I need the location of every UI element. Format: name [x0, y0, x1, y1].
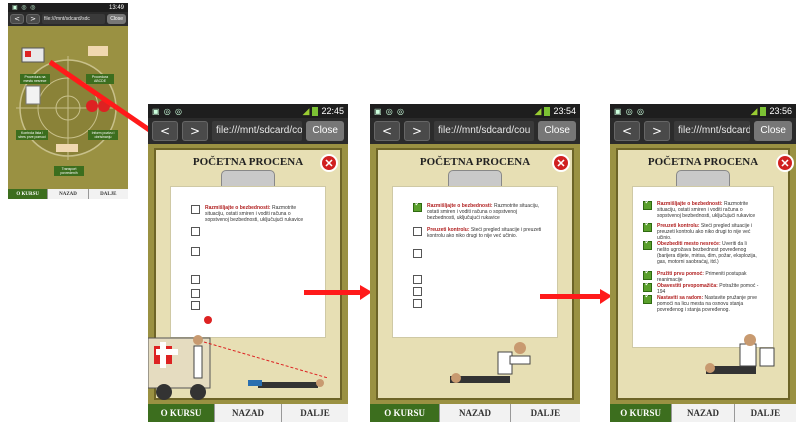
checkbox[interactable] — [413, 227, 422, 236]
phone-screen-4: ▣ ◎ ◎ ◢ 23:56 < > file:///mnt/sdcard/cou … — [610, 104, 796, 422]
checklist-paper: Razmišljajte o bezbednosti: Razmotrite s… — [632, 186, 774, 348]
tab-next[interactable]: DALJE — [87, 189, 128, 199]
status-time: 23:54 — [553, 106, 576, 116]
browser-bar: < > file:///mnt/sdcard/cou Close — [370, 118, 580, 144]
bottom-tabs: O KURSU NAZAD DALJE — [370, 404, 580, 422]
page-title: POČETNA PROCENA — [647, 156, 759, 168]
signal-icon: ◢ — [534, 105, 542, 116]
forward-button[interactable]: > — [644, 121, 670, 141]
status-bar: ▣ ◎ ◎ ◢ 23:54 — [370, 104, 580, 118]
back-button[interactable]: < — [152, 121, 178, 141]
tab-about[interactable]: O KURSU — [8, 189, 48, 199]
scene-illustration — [450, 342, 531, 383]
forward-button[interactable]: > — [182, 121, 208, 141]
url-field[interactable]: file:///mnt/sdcard/cou — [212, 121, 303, 141]
checkbox[interactable] — [191, 205, 200, 214]
hub-area: Procedura na mestu nesrece Procedura ABC… — [8, 26, 128, 189]
back-button[interactable]: < — [374, 121, 400, 141]
arrow-right-2 — [540, 289, 612, 304]
url-field[interactable]: file:///mnt/sdcard/sdc — [42, 14, 106, 24]
tab-back[interactable]: NAZAD — [47, 189, 88, 199]
close-icon[interactable]: ✕ — [552, 154, 570, 172]
page-title: POČETNA PROCENA — [419, 156, 531, 168]
phone-screen-3: ▣ ◎ ◎ ◢ 23:54 < > file:///mnt/sdcard/cou … — [370, 104, 580, 422]
tab-about[interactable]: O KURSU — [370, 404, 440, 422]
close-button[interactable]: Close — [754, 121, 792, 141]
hub-label-3[interactable]: Kontrola lista i stres prve pomoci — [16, 130, 48, 140]
checkbox[interactable] — [413, 249, 422, 258]
arrow-right-1 — [304, 285, 372, 300]
status-time: 22:45 — [321, 106, 344, 116]
hub-wheel — [16, 46, 120, 160]
phone-screen-2: ▣ ◎ ◎ ◢ 22:45 < > file:///mnt/sdcard/cou … — [148, 104, 348, 422]
browser-bar: < > file:///mnt/sdcard/cou Close — [148, 118, 348, 144]
forward-button[interactable]: > — [404, 121, 430, 141]
scene-illustration — [705, 334, 775, 374]
checkbox-checked[interactable] — [643, 221, 652, 232]
checkbox[interactable] — [191, 247, 200, 256]
status-time: 13:49 — [108, 4, 124, 11]
battery-icon — [544, 106, 551, 116]
bottom-tabs: O KURSU NAZAD DALJE — [148, 404, 348, 422]
hub-label-1[interactable]: Procedura na mestu nesrece — [20, 74, 50, 84]
hub-label-4[interactable]: Inform pozivu i obrisinanju — [88, 130, 118, 140]
forward-button[interactable]: > — [26, 14, 40, 24]
page-title: POČETNA PROCENA — [192, 156, 304, 168]
checkbox[interactable] — [191, 227, 200, 236]
status-bar: ▣ ◎ ◎ ◢ 22:45 — [148, 104, 348, 118]
signal-icon: ◢ — [302, 105, 310, 116]
checkbox[interactable] — [413, 299, 422, 308]
phone-screen-1: ▣ ◎ ◎ 13:49 < > file:///mnt/sdcard/sdc C… — [8, 3, 128, 199]
status-bar: ▣ ◎ ◎ 13:49 — [8, 3, 128, 12]
status-icons: ▣ ◎ ◎ — [614, 106, 645, 116]
checkbox[interactable] — [191, 275, 200, 284]
status-time: 23:56 — [769, 106, 792, 116]
checkbox-checked[interactable] — [643, 293, 652, 304]
hub-label-5[interactable]: Transport povredenih — [54, 166, 84, 176]
checkbox-checked[interactable] — [643, 239, 652, 250]
tab-about[interactable]: O KURSU — [148, 404, 214, 422]
bottom-tabs: O KURSU NAZAD DALJE — [610, 404, 796, 422]
tab-next[interactable]: DALJE — [281, 404, 348, 422]
url-field[interactable]: file:///mnt/sdcard/cou — [434, 121, 535, 141]
browser-bar: < > file:///mnt/sdcard/cou Close — [610, 118, 796, 144]
bottom-tabs: O KURSU NAZAD DALJE — [8, 189, 128, 199]
item-title: Obavestiti prvopomažiča: — [657, 283, 718, 289]
close-icon[interactable]: ✕ — [776, 154, 794, 172]
close-button[interactable]: Close — [107, 14, 126, 24]
status-icons: ▣ ◎ ◎ — [374, 106, 405, 116]
tab-back[interactable]: NAZAD — [439, 404, 510, 422]
tab-next[interactable]: DALJE — [733, 404, 796, 422]
tab-next[interactable]: DALJE — [509, 404, 580, 422]
checklist-paper: Razmišljajte o bezbednosti: Razmotrite s… — [392, 186, 558, 338]
back-button[interactable]: < — [10, 14, 24, 24]
checkbox-checked[interactable] — [413, 201, 422, 212]
url-field[interactable]: file:///mnt/sdcard/cou — [674, 121, 751, 141]
tab-back[interactable]: NAZAD — [214, 404, 281, 422]
checkbox[interactable] — [413, 287, 422, 296]
tab-about[interactable]: O KURSU — [610, 404, 672, 422]
checkbox[interactable] — [191, 301, 200, 310]
signal-icon: ◢ — [750, 105, 758, 116]
battery-icon — [312, 106, 319, 116]
hub-label-2[interactable]: Procedura ABCDE — [86, 74, 114, 84]
scene-illustration — [148, 316, 329, 400]
tab-back[interactable]: NAZAD — [671, 404, 734, 422]
checkbox[interactable] — [191, 289, 200, 298]
status-icons: ▣ ◎ ◎ — [12, 5, 37, 11]
close-button[interactable]: Close — [538, 121, 576, 141]
status-bar: ▣ ◎ ◎ ◢ 23:56 — [610, 104, 796, 118]
browser-bar: < > file:///mnt/sdcard/sdc Close — [8, 12, 128, 26]
battery-icon — [760, 106, 767, 116]
close-button[interactable]: Close — [306, 121, 344, 141]
checkbox[interactable] — [413, 275, 422, 284]
close-icon[interactable]: ✕ — [320, 154, 338, 172]
back-button[interactable]: < — [614, 121, 640, 141]
status-icons: ▣ ◎ ◎ — [152, 106, 183, 116]
checkbox-checked[interactable] — [643, 199, 652, 210]
